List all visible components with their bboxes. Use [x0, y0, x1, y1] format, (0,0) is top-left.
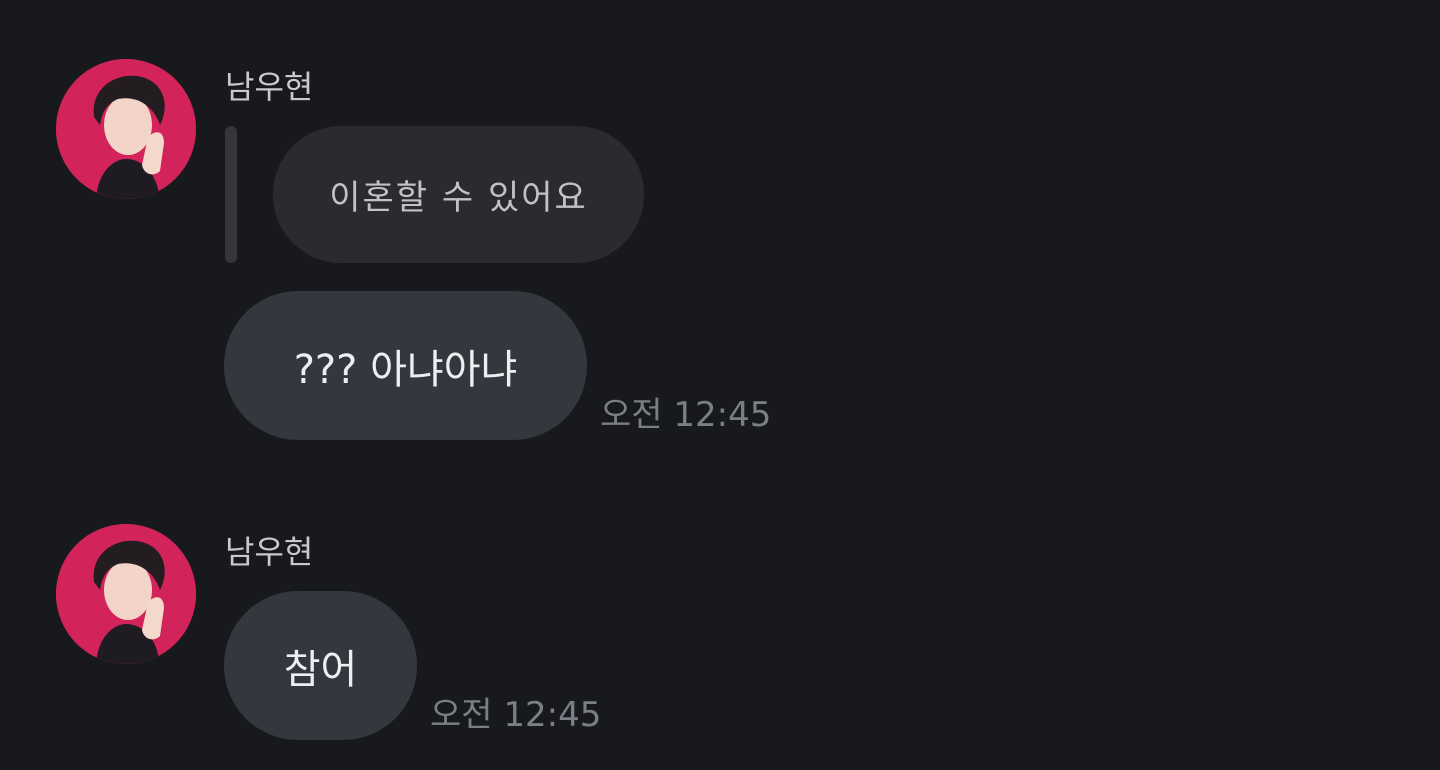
- sender-name: 남우현: [225, 68, 314, 106]
- message-bubble[interactable]: 참어: [224, 591, 417, 740]
- message-bubble[interactable]: ??? 아냐아냐: [224, 291, 587, 440]
- sender-name: 남우현: [225, 533, 314, 571]
- message-timestamp: 오전 12:45: [600, 395, 772, 435]
- profile-photo: [56, 59, 196, 199]
- avatar[interactable]: [56, 524, 196, 664]
- profile-photo: [56, 524, 196, 664]
- reply-indicator-bar: [225, 126, 237, 263]
- quoted-reply-bubble[interactable]: 이혼할 수 있어요: [273, 126, 644, 263]
- message-timestamp: 오전 12:45: [430, 695, 602, 735]
- avatar[interactable]: [56, 59, 196, 199]
- chat-view: 남우현 이혼할 수 있어요 ??? 아냐아냐 오전 12:45 남우현 참어 오…: [0, 0, 1440, 770]
